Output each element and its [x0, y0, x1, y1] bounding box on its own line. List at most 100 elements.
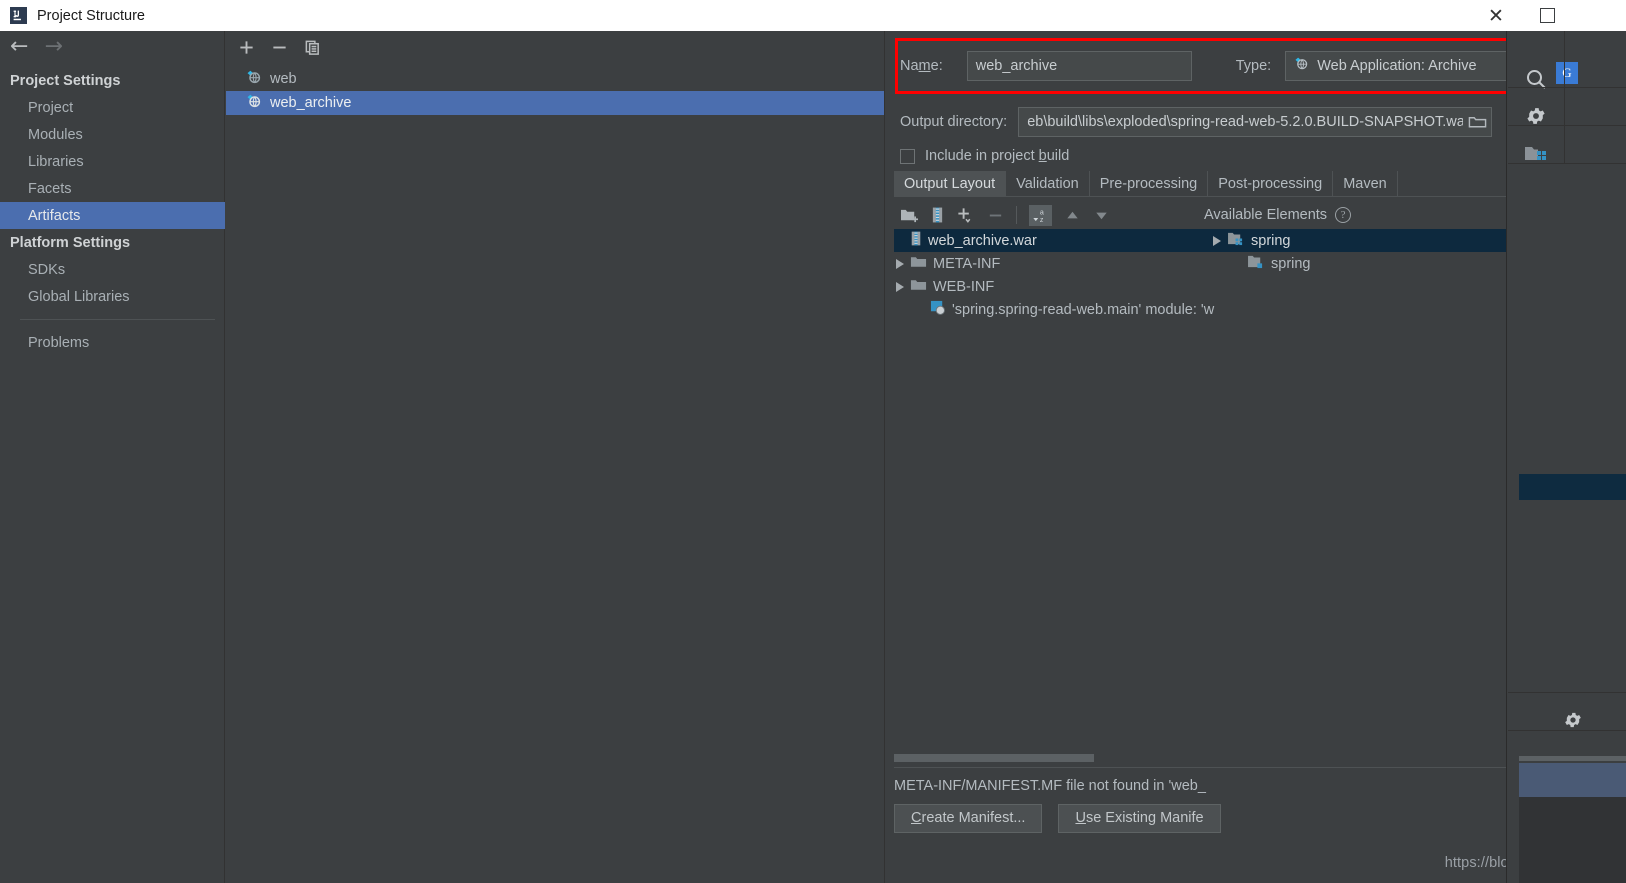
available-elements-label: Available Elements [1204, 207, 1328, 223]
tab-validation[interactable]: Validation [1006, 171, 1090, 196]
rail-divider [1508, 692, 1626, 693]
detail-tabs: Output Layout Validation Pre-processing … [894, 171, 1519, 197]
tree-node-web-inf[interactable]: WEB-INF [894, 275, 1211, 298]
artifact-item-web-archive[interactable]: web_archive [226, 91, 884, 115]
expand-arrow-icon[interactable] [1213, 235, 1221, 246]
output-layout-tree: web_archive.war META-INF WEB-INF 'spring… [894, 229, 1215, 321]
create-archive-button[interactable] [931, 206, 944, 224]
panel-divider [894, 767, 1519, 768]
tree-node-label: spring [1251, 232, 1291, 249]
forward-arrow-icon[interactable]: → [44, 36, 62, 58]
project-structure-icon-front[interactable] [1508, 128, 1564, 180]
remove-element-button[interactable] [987, 207, 1004, 224]
rail-divider [1508, 87, 1626, 88]
include-in-project-build-label: Include in project build [925, 148, 1070, 164]
artifact-name-input[interactable]: web_archive [966, 51, 1192, 81]
artifact-label: web_archive [270, 95, 352, 111]
maximize-icon[interactable] [1540, 8, 1555, 23]
tree-node-label: 'spring.spring-read-web.main' module: 'w [952, 301, 1215, 318]
tab-pre-processing[interactable]: Pre-processing [1090, 171, 1209, 196]
rail-selected-item-front[interactable] [1519, 474, 1626, 500]
screen-root: G [0, 0, 1626, 883]
sort-elements-button[interactable]: a z [1029, 204, 1052, 226]
output-directory-row: Output directory: eb\build\libs\exploded… [900, 107, 1493, 137]
tree-node-label: META-INF [933, 255, 1001, 272]
module-output-icon [930, 300, 946, 319]
available-elements-header: Available Elements ? [1204, 201, 1352, 229]
tab-output-layout[interactable]: Output Layout [894, 171, 1007, 196]
project-structure-dialog: Project Structure ✕ ← → Project Settings… [0, 0, 1530, 883]
sidebar-item-facets[interactable]: Facets [0, 175, 225, 202]
sidebar-item-global-libraries[interactable]: Global Libraries [0, 283, 225, 310]
artifact-detail-panel: Name: web_archive Type: Web Application:… [886, 31, 1530, 883]
tree-node-module-output[interactable]: 'spring.spring-read-web.main' module: 'w [894, 298, 1215, 321]
rail-scroll-indicator-front[interactable] [1519, 756, 1626, 761]
add-copy-of-button[interactable] [956, 206, 975, 224]
rail-divider [1564, 31, 1565, 163]
rail-bottom-area-front [1519, 797, 1626, 883]
module-icon [1247, 254, 1265, 273]
google-badge-front[interactable]: G [1556, 62, 1578, 84]
intellij-idea-icon [10, 7, 27, 24]
module-group-icon [1227, 231, 1245, 250]
remove-artifact-button[interactable] [271, 39, 288, 56]
sidebar-item-project[interactable]: Project [0, 94, 225, 121]
tree-node-label: spring [1271, 255, 1311, 272]
expand-arrow-icon[interactable] [896, 281, 904, 292]
artifacts-list: web web_archive [226, 67, 884, 115]
horizontal-scrollbar[interactable] [894, 754, 1211, 762]
sidebar-item-modules[interactable]: Modules [0, 121, 225, 148]
web-application-archive-icon [1294, 56, 1310, 76]
tab-post-processing[interactable]: Post-processing [1208, 171, 1334, 196]
artifact-type-value: Web Application: Archive [1317, 58, 1477, 74]
ide-window-titlebar-front [1519, 0, 1626, 31]
sidebar-group-platform-settings: Platform Settings [10, 234, 131, 251]
output-directory-value: eb\build\libs\exploded\spring-read-web-5… [1027, 114, 1464, 130]
folder-icon [910, 278, 927, 296]
dialog-title: Project Structure [37, 7, 145, 24]
output-directory-field[interactable]: eb\build\libs\exploded\spring-read-web-5… [1018, 107, 1493, 137]
create-manifest-button[interactable]: Create Manifest... [894, 803, 1043, 833]
rail-highlighted-item-front[interactable] [1519, 763, 1626, 797]
add-artifact-button[interactable] [238, 39, 255, 56]
copy-artifact-button[interactable] [304, 39, 321, 56]
output-directory-label: Output directory: [900, 114, 1008, 130]
name-label: Name: [900, 58, 943, 74]
type-label: Type: [1235, 58, 1272, 74]
tree-node-spring-module[interactable]: spring [1211, 252, 1519, 275]
artifact-label: web [270, 71, 297, 87]
tree-node-label: web_archive.war [928, 232, 1037, 249]
sidebar-item-sdks[interactable]: SDKs [0, 256, 225, 283]
sidebar-item-artifacts[interactable]: Artifacts [0, 202, 225, 229]
artifacts-toolbar [226, 31, 884, 63]
include-in-project-build-checkbox[interactable] [900, 148, 915, 164]
available-elements-tree: spring spring [1211, 229, 1519, 275]
artifact-type-select[interactable]: Web Application: Archive [1285, 51, 1530, 81]
expand-arrow-icon[interactable] [896, 258, 904, 269]
tree-node-spring-group[interactable]: spring [1211, 229, 1519, 252]
move-down-button[interactable] [1093, 207, 1110, 224]
settings-gear-icon-front[interactable] [1519, 694, 1626, 746]
help-icon[interactable]: ? [1335, 207, 1352, 223]
browse-folder-icon[interactable] [1463, 108, 1491, 136]
create-directory-button[interactable] [900, 207, 919, 224]
rail-divider [1508, 163, 1626, 164]
tree-node-web-archive-war[interactable]: web_archive.war [894, 229, 1211, 252]
sidebar-item-problems[interactable]: Problems [0, 329, 225, 356]
sidebar-item-libraries[interactable]: Libraries [0, 148, 225, 175]
sidebar-divider [20, 319, 215, 320]
settings-sidebar: ← → Project Settings Project Modules Lib… [0, 31, 225, 883]
sidebar-group-project-settings: Project Settings [10, 72, 121, 89]
tree-node-meta-inf[interactable]: META-INF [894, 252, 1211, 275]
artifact-item-web[interactable]: web [226, 67, 884, 91]
back-arrow-icon[interactable]: ← [10, 36, 28, 58]
web-archive-artifact-icon [246, 93, 263, 114]
svg-text:z: z [1040, 216, 1044, 224]
use-existing-manifest-button[interactable]: Use Existing Manife [1058, 803, 1221, 833]
close-icon[interactable]: ✕ [1473, 0, 1519, 31]
rail-divider [1508, 125, 1626, 126]
include-in-project-build-row[interactable]: Include in project build [900, 143, 1069, 169]
tab-maven[interactable]: Maven [1333, 171, 1398, 196]
archive-icon [910, 230, 922, 251]
move-up-button[interactable] [1064, 207, 1081, 224]
